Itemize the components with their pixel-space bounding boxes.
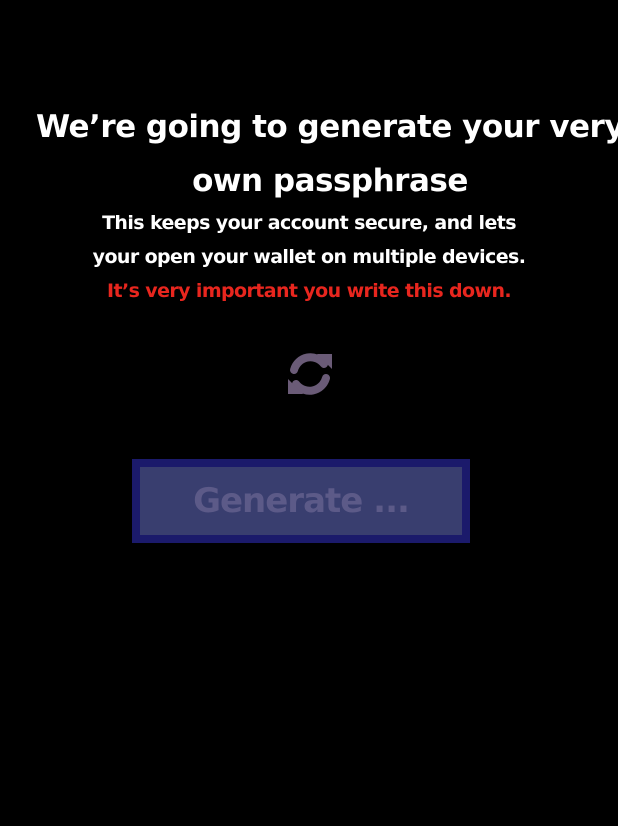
description: This keeps your account secure, and lets… [80, 206, 538, 274]
description-line-2: your open your wallet on multiple device… [92, 246, 526, 268]
description-line-1: This keeps your account secure, and lets [102, 212, 516, 234]
warning-text: It’s very important you write this down. [107, 280, 512, 302]
title-line-2: own passphrase [192, 163, 468, 199]
passphrase-screen: We’re going to generate your very own pa… [0, 0, 618, 826]
refresh-icon[interactable] [284, 348, 336, 400]
generate-button[interactable]: Generate ... [132, 459, 470, 543]
page-title: We’re going to generate your very own pa… [30, 100, 618, 208]
title-line-1: We’re going to generate your very [35, 109, 618, 145]
